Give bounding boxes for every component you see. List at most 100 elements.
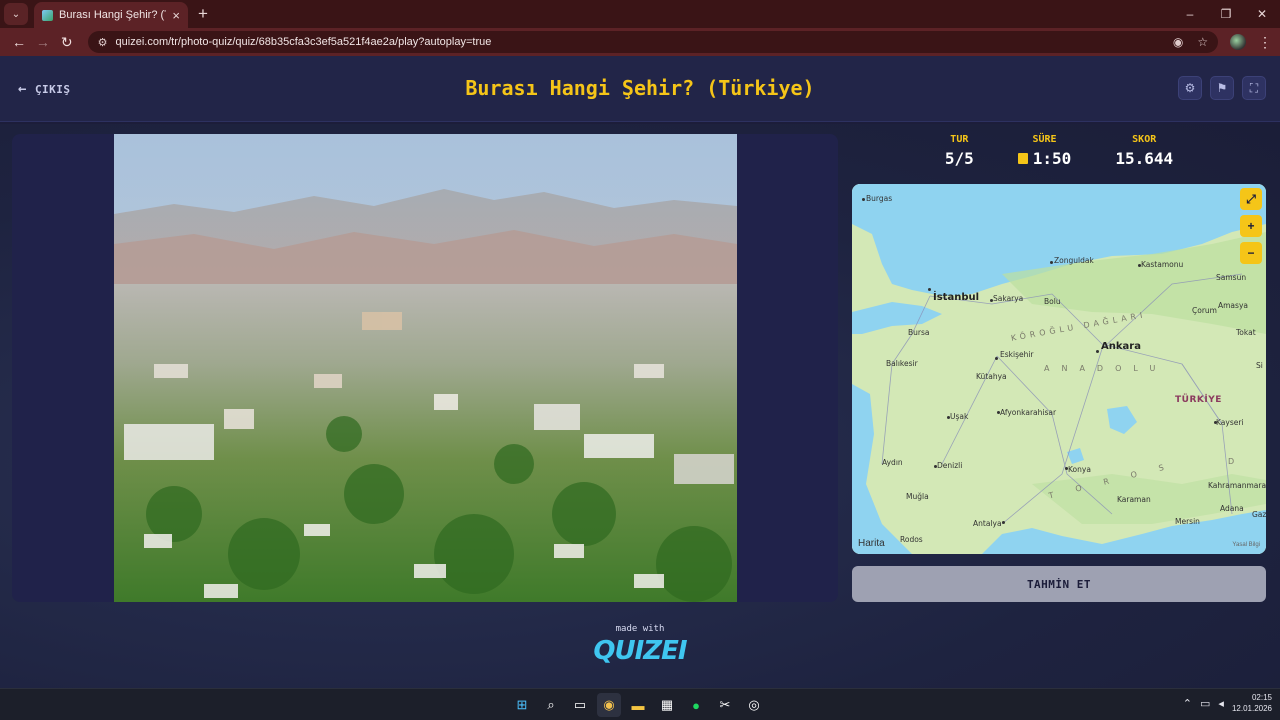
round-stat: TUR 5/5 <box>945 134 974 174</box>
capcut-icon[interactable]: ✂ <box>713 693 737 717</box>
tab-search-button[interactable]: ⌄ <box>4 3 28 25</box>
city-dot <box>1050 261 1053 264</box>
map-label: Tokat <box>1236 328 1256 337</box>
window-controls: – ❐ ✕ <box>1172 0 1280 28</box>
address-bar: ← → ↻ ⚙ quizei.com/tr/photo-quiz/quiz/68… <box>0 28 1280 56</box>
spotify-icon[interactable]: ● <box>684 693 708 717</box>
task-view-icon[interactable]: ▭ <box>568 693 592 717</box>
map-label: D <box>1228 457 1239 466</box>
map-brand: Harita <box>858 538 885 549</box>
map-label: Afyonkarahisar <box>1000 408 1057 417</box>
map-label: Gaz <box>1252 510 1266 519</box>
browser-menu-icon[interactable]: ⋮ <box>1258 34 1272 51</box>
favicon-icon <box>42 9 53 21</box>
city-dot <box>1096 350 1099 353</box>
browser-tab-bar: ⌄ Burası Hangi Şehir? (Türkiye) - Q × + … <box>0 0 1280 28</box>
map-label: Uşak <box>950 412 969 421</box>
volume-icon[interactable]: ◂ <box>1218 697 1224 710</box>
search-icon[interactable]: ⌕ <box>539 693 563 717</box>
close-window-button[interactable]: ✕ <box>1244 7 1280 21</box>
city-dot <box>995 357 998 360</box>
map-brand-label: Harita <box>858 538 885 549</box>
time-stat: SÜRE 1:50 <box>1017 134 1072 174</box>
clock[interactable]: 02:15 12.01.2026 <box>1232 692 1272 714</box>
map-label: Konya <box>1068 465 1091 474</box>
omnibox[interactable]: ⚙ quizei.com/tr/photo-quiz/quiz/68b35cfa… <box>87 31 1219 53</box>
game-stats: TUR 5/5 SÜRE 1:50 SKOR 15.644 <box>852 134 1266 174</box>
round-value: 5/5 <box>944 149 974 168</box>
site-info-icon[interactable]: ⚙ <box>98 36 108 49</box>
map-label: Denizli <box>937 461 963 470</box>
fullscreen-icon[interactable]: ⛶ <box>1242 76 1266 100</box>
map-label: İstanbul <box>933 292 980 303</box>
map-label: Aydın <box>882 458 903 467</box>
map-label: Amasya <box>1218 301 1248 310</box>
map-label: Burgas <box>866 194 893 203</box>
map-label: Balıkesir <box>886 359 918 368</box>
map-legal-link[interactable]: Yasal Bilgi <box>1232 542 1260 548</box>
github-desktop-icon[interactable]: ◎ <box>742 693 766 717</box>
map-label: Kayseri <box>1216 418 1244 427</box>
time-value: 1:50 <box>1032 149 1072 168</box>
map-label: Rodos <box>900 535 923 544</box>
profile-avatar[interactable] <box>1230 34 1246 50</box>
reload-icon[interactable]: ↻ <box>56 34 78 51</box>
guess-button[interactable]: TAHMİN ET <box>852 566 1266 602</box>
tab-close-icon[interactable]: × <box>172 8 180 23</box>
map-label: Adana <box>1220 504 1244 513</box>
city-dot <box>862 198 865 201</box>
back-icon[interactable]: ← <box>8 34 30 50</box>
quizei-logo[interactable]: QUIZEI <box>540 636 740 666</box>
zoom-in-icon[interactable]: + <box>1240 215 1262 237</box>
windows-start-icon[interactable]: ⊞ <box>510 693 534 717</box>
round-label: TUR <box>950 134 969 145</box>
clock-time: 02:15 <box>1251 693 1272 702</box>
map-label: Karaman <box>1117 495 1151 504</box>
chrome-icon[interactable]: ◉ <box>597 693 621 717</box>
score-stat: SKOR 15.644 <box>1115 134 1173 174</box>
clock-date: 12.01.2026 <box>1231 704 1272 713</box>
file-explorer-icon[interactable]: ▬ <box>626 693 650 717</box>
timer-icon <box>1017 153 1028 164</box>
map-label: Si <box>1256 361 1263 370</box>
new-tab-button[interactable]: + <box>198 4 208 24</box>
map-expand-icon[interactable]: ⤢ <box>1240 188 1262 210</box>
minimize-button[interactable]: – <box>1172 7 1208 21</box>
quiz-title: Burası Hangi Şehir? (Türkiye) <box>465 76 815 100</box>
windows-taskbar: ⊞ ⌕ ▭ ◉ ▬ ▦ ● ✂ ◎ ⌃ ▭ ◂ 02:15 12.01.2026 <box>0 688 1280 720</box>
city-dot <box>1002 521 1005 524</box>
bookmark-star-icon[interactable]: ☆ <box>1197 35 1208 49</box>
map-label: Kastamonu <box>1141 260 1184 269</box>
store-icon[interactable]: ▦ <box>655 693 679 717</box>
city-photo <box>114 134 737 602</box>
restore-button[interactable]: ❐ <box>1208 7 1244 21</box>
map-label: Kahramanmara <box>1208 481 1266 490</box>
map-label: Samsun <box>1216 273 1247 282</box>
header-actions: ⚙ ⚑ ⛶ <box>1178 76 1266 100</box>
score-label: SKOR <box>1132 134 1157 145</box>
eye-off-icon[interactable]: ◉ <box>1173 35 1183 49</box>
map-label: ANADOLU <box>1044 364 1168 373</box>
map-label: Ankara <box>1101 341 1141 352</box>
made-with-label: made with <box>615 624 665 634</box>
map-label: Kütahya <box>976 372 1007 381</box>
map-label: Bolu <box>1044 297 1061 306</box>
network-icon[interactable]: ▭ <box>1200 697 1210 710</box>
chevron-up-icon[interactable]: ⌃ <box>1183 697 1192 710</box>
score-value: 15.644 <box>1115 149 1174 168</box>
city-dot <box>928 288 931 291</box>
forward-icon[interactable]: → <box>32 34 54 50</box>
map-label: Bursa <box>908 328 930 337</box>
time-label: SÜRE <box>1032 134 1057 145</box>
taskbar-apps: ⊞ ⌕ ▭ ◉ ▬ ▦ ● ✂ ◎ <box>510 693 766 717</box>
zoom-out-icon[interactable]: − <box>1240 242 1262 264</box>
flag-icon[interactable]: ⚑ <box>1210 76 1234 100</box>
map-label: Eskişehir <box>1000 350 1034 359</box>
city-photo-image <box>114 134 737 602</box>
settings-icon[interactable]: ⚙ <box>1178 76 1202 100</box>
guess-map[interactable]: Burgas İstanbul Sakarya Bolu Zonguldak K… <box>852 184 1266 554</box>
url-text[interactable]: quizei.com/tr/photo-quiz/quiz/68b35cfa3c… <box>116 36 1159 48</box>
quiz-header: ← ÇIKIŞ Burası Hangi Şehir? (Türkiye) ⚙ … <box>0 56 1280 122</box>
browser-tab[interactable]: Burası Hangi Şehir? (Türkiye) - Q × <box>34 2 188 28</box>
map-label: Antalya <box>973 519 1002 528</box>
